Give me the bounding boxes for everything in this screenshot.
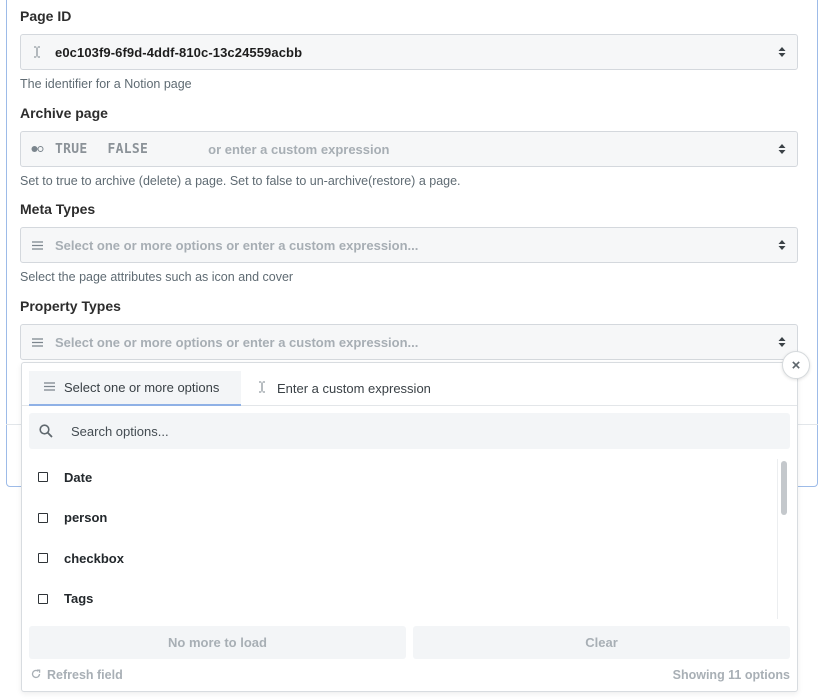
- sort-arrows-icon[interactable]: [778, 46, 786, 58]
- close-dropdown-button[interactable]: ×: [782, 351, 810, 379]
- option-label: Tags: [64, 591, 94, 607]
- tab-custom-expression[interactable]: Enter a custom expression: [256, 371, 431, 406]
- archive-hint: Set to true to archive (delete) a page. …: [20, 174, 461, 188]
- meta-types-label: Meta Types: [20, 201, 96, 217]
- scrollbar-thumb[interactable]: [781, 461, 787, 515]
- sort-arrows-icon[interactable]: [778, 336, 786, 348]
- archive-true-option[interactable]: TRUE: [55, 142, 88, 157]
- meta-types-field: Meta Types Select one or more options or…: [20, 200, 798, 285]
- archive-false-option[interactable]: FALSE: [108, 142, 149, 157]
- option-label: Date: [64, 469, 93, 485]
- option-label: person: [64, 510, 108, 526]
- property-types-label: Property Types: [20, 298, 121, 314]
- sort-arrows-icon[interactable]: [778, 143, 786, 155]
- list-icon: [43, 381, 55, 394]
- list-item[interactable]: Date: [29, 457, 779, 498]
- no-more-to-load-button[interactable]: No more to load: [29, 626, 406, 659]
- tab-select-options[interactable]: Select one or more options: [29, 371, 241, 406]
- tab-select-options-label: Select one or more options: [64, 380, 220, 395]
- archive-input[interactable]: TRUE FALSE or enter a custom expression: [20, 131, 798, 167]
- dropdown-tabs: Select one or more options Enter a custo…: [22, 363, 797, 406]
- text-cursor-icon: [256, 381, 268, 396]
- options-list: Date person checkbox Tags: [29, 457, 779, 617]
- page-id-label: Page ID: [20, 8, 72, 24]
- refresh-field-label: Refresh field: [47, 668, 123, 682]
- list-item[interactable]: checkbox: [29, 538, 779, 579]
- property-types-input[interactable]: Select one or more options or enter a cu…: [20, 324, 798, 360]
- archive-field: Archive page TRUE FALSE or enter a custo…: [20, 104, 798, 189]
- page-id-hint: The identifier for a Notion page: [20, 77, 192, 91]
- refresh-icon: [31, 669, 41, 682]
- checkbox[interactable]: [38, 593, 48, 604]
- property-types-field: Property Types Select one or more option…: [20, 297, 798, 360]
- dropdown-footer: Refresh field Showing 11 options: [29, 665, 790, 685]
- options-dropdown: Select one or more options Enter a custo…: [21, 362, 798, 692]
- checkbox[interactable]: [38, 472, 48, 483]
- archive-custom-placeholder: or enter a custom expression: [208, 141, 390, 157]
- search-placeholder: Search options...: [71, 423, 169, 439]
- options-count: Showing 11 options: [672, 668, 790, 682]
- text-cursor-icon: [30, 45, 44, 59]
- page-id-field: Page ID e0c103f9-6f9d-4ddf-810c-13c24559…: [20, 7, 798, 92]
- option-label: checkbox: [64, 550, 124, 566]
- list-item[interactable]: Tags: [29, 579, 779, 618]
- list-icon: [30, 335, 44, 349]
- property-types-placeholder: Select one or more options or enter a cu…: [55, 334, 419, 350]
- refresh-field-button[interactable]: Refresh field: [29, 668, 123, 682]
- toggle-icon: [30, 142, 44, 156]
- sort-arrows-icon[interactable]: [778, 239, 786, 251]
- search-icon: [39, 424, 53, 438]
- meta-types-input[interactable]: Select one or more options or enter a cu…: [20, 227, 798, 263]
- meta-types-placeholder: Select one or more options or enter a cu…: [55, 237, 419, 253]
- list-icon: [30, 238, 44, 252]
- checkbox[interactable]: [38, 512, 48, 523]
- checkbox[interactable]: [38, 553, 48, 564]
- search-options-input[interactable]: Search options...: [29, 413, 790, 449]
- tab-custom-expression-label: Enter a custom expression: [277, 381, 431, 396]
- close-icon: ×: [791, 356, 801, 374]
- page-id-value: e0c103f9-6f9d-4ddf-810c-13c24559acbb: [55, 44, 303, 60]
- clear-button[interactable]: Clear: [413, 626, 790, 659]
- list-item[interactable]: person: [29, 498, 779, 539]
- options-scrollbar[interactable]: [777, 459, 789, 619]
- meta-types-hint: Select the page attributes such as icon …: [20, 270, 294, 284]
- archive-label: Archive page: [20, 105, 108, 121]
- page-id-input[interactable]: e0c103f9-6f9d-4ddf-810c-13c24559acbb: [20, 34, 798, 70]
